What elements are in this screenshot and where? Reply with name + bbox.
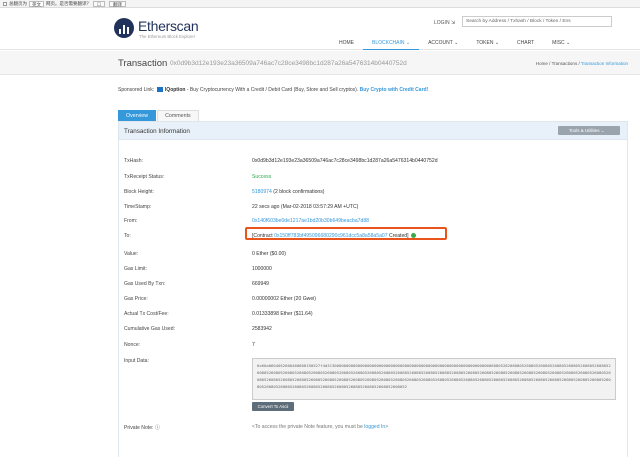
timestamp-label: TimeStamp: bbox=[124, 204, 152, 210]
tools-utilities-button[interactable]: Tools & Utilities ⌄ bbox=[558, 126, 620, 135]
language-select[interactable]: 英文 bbox=[29, 0, 44, 7]
sponsored-label: Sponsored Link: bbox=[118, 87, 155, 93]
page-title-hash: 0x0d9b3d12e193e23a36509a746ac7c28ce3498b… bbox=[170, 60, 407, 67]
input-data-textarea[interactable]: 0x60a0604052600460608190527f4d3130000000… bbox=[252, 358, 616, 400]
transaction-panel: Transaction Information Tools & Utilitie… bbox=[118, 121, 628, 457]
etherscan-logo-icon[interactable] bbox=[114, 18, 134, 38]
from-label: From: bbox=[124, 218, 138, 224]
panel-header: Transaction Information Tools & Utilitie… bbox=[119, 122, 627, 140]
gas-limit-value: 1000000 bbox=[252, 266, 272, 272]
translate-bar: 总翻页为 英文 网页。是否需要翻译？ ☐ 翻译 bbox=[0, 0, 640, 8]
sponsored-text: - Buy Cryptocurrency With a Credit / Deb… bbox=[185, 87, 360, 93]
cumulative-gas-value: 2583942 bbox=[252, 326, 272, 332]
timestamp-value: 22 secs ago (Mar-02-2018 03:57:29 AM +UT… bbox=[252, 204, 359, 210]
translate-checkbox-button[interactable]: ☐ bbox=[93, 0, 106, 7]
gas-used-label: Gas Used By Txn: bbox=[124, 281, 166, 287]
tab-comments[interactable]: Comments bbox=[157, 110, 199, 121]
breadcrumb-transactions[interactable]: Transactions bbox=[552, 61, 578, 66]
nav-home[interactable]: HOME bbox=[330, 38, 363, 50]
brand-name[interactable]: Etherscan bbox=[138, 18, 199, 34]
block-value-row: 5180974 (2 block confirmations) bbox=[252, 189, 325, 195]
from-address-link[interactable]: 0x140f603be0de1217ae1bd20b30b649beacba7d… bbox=[252, 218, 369, 224]
nav-chart[interactable]: CHART bbox=[508, 38, 543, 50]
site-header: Etherscan The Ethereum Block Explorer LO… bbox=[0, 8, 640, 50]
private-note-row: <To access the private Note feature, you… bbox=[252, 424, 388, 430]
nav-misc[interactable]: MISC ⌄ bbox=[543, 38, 579, 50]
tx-cost-label: Actual Tx Cost/Fee: bbox=[124, 311, 169, 317]
sponsored-link: Sponsored Link: IQoption - Buy Cryptocur… bbox=[118, 87, 428, 93]
to-suffix: Created] bbox=[387, 233, 409, 239]
value-value: 0 Ether ($0.00) bbox=[252, 251, 286, 257]
breadcrumb-separator: / bbox=[549, 61, 551, 66]
sponsored-brand[interactable]: IQoption bbox=[165, 87, 186, 93]
nav-blockchain[interactable]: BLOCKCHAIN ⌄ bbox=[363, 38, 420, 50]
contract-address-link[interactable]: 0x150ff783bf495096680290c961dcc5a8a58a5a… bbox=[274, 233, 388, 239]
iqoption-logo-icon bbox=[156, 87, 163, 92]
nonce-label: Nonce: bbox=[124, 342, 141, 348]
breadcrumb-home[interactable]: Home bbox=[536, 61, 548, 66]
private-note-end: > bbox=[385, 424, 389, 430]
gas-price-value: 0.00000002 Ether (20 Gwei) bbox=[252, 296, 316, 302]
private-note-label: Private Note: ⓘ bbox=[124, 424, 160, 431]
to-value-row: [Contract 0x150ff783bf495096680290c961dc… bbox=[252, 233, 416, 239]
block-label: Block Height: bbox=[124, 189, 155, 195]
txhash-label: TxHash: bbox=[124, 158, 143, 164]
panel-title: Transaction Information bbox=[124, 128, 190, 135]
nav-account[interactable]: ACCOUNT ⌄ bbox=[419, 38, 467, 50]
gas-price-label: Gas Price: bbox=[124, 296, 148, 302]
translate-button[interactable]: 翻译 bbox=[109, 0, 127, 7]
tab-overview[interactable]: Overview bbox=[118, 110, 157, 121]
block-confirmations: (2 block confirmations) bbox=[271, 189, 325, 195]
cumulative-gas-label: Cumulative Gas Used: bbox=[124, 326, 175, 332]
to-prefix: [Contract bbox=[252, 233, 275, 239]
convert-to-ascii-button[interactable]: Convert To Ascii bbox=[252, 402, 294, 411]
always-translate-label: 总翻页为 bbox=[9, 0, 27, 6]
to-label: To: bbox=[124, 233, 131, 239]
breadcrumb-separator: / bbox=[578, 61, 580, 66]
info-icon: ⓘ bbox=[154, 425, 160, 431]
breadcrumb-current: Transaction Information bbox=[580, 61, 628, 66]
gas-limit-label: Gas Limit: bbox=[124, 266, 147, 272]
page-title-bar: Transaction 0x0d9b3d12e193e23a36509a746a… bbox=[0, 51, 640, 75]
always-translate-checkbox[interactable] bbox=[3, 1, 7, 6]
login-link[interactable]: LOGIN ⇲ bbox=[434, 20, 455, 26]
nonce-value: 7 bbox=[252, 342, 255, 348]
input-data-label: Input Data: bbox=[124, 358, 149, 364]
search-input[interactable]: Search by Address / Txhash / Block / Tok… bbox=[462, 16, 612, 27]
sponsored-cta-link[interactable]: Buy Crypto with Credit Card! bbox=[360, 87, 429, 93]
status-label: TxReceipt Status: bbox=[124, 174, 165, 180]
verified-check-icon bbox=[410, 233, 416, 238]
page-title: Transaction bbox=[118, 58, 168, 69]
txhash-value: 0x0d9b3d12e193e23a36509a746ac7c28ce3498b… bbox=[252, 158, 438, 164]
nav-token[interactable]: TOKEN ⌄ bbox=[467, 38, 508, 50]
translate-question: 网页。是否需要翻译？ bbox=[46, 0, 91, 6]
brand-tagline: The Ethereum Block Explorer bbox=[139, 34, 196, 39]
login-note-link[interactable]: logged In bbox=[364, 424, 385, 430]
value-label: Value: bbox=[124, 251, 139, 257]
status-value: Success bbox=[252, 174, 272, 180]
private-note-text: <To access the private Note feature, you… bbox=[252, 424, 365, 430]
gas-used-value: 669949 bbox=[252, 281, 269, 287]
block-height-link[interactable]: 5180974 bbox=[252, 189, 272, 195]
breadcrumb: Home / Transactions / Transaction Inform… bbox=[536, 61, 628, 66]
main-nav: HOME BLOCKCHAIN ⌄ ACCOUNT ⌄ TOKEN ⌄ CHAR… bbox=[330, 38, 579, 50]
tx-cost-value: 0.01333898 Ether ($11.64) bbox=[252, 311, 313, 317]
private-note-label-text: Private Note: bbox=[124, 425, 154, 431]
tab-bar: Overview Comments bbox=[118, 110, 200, 121]
